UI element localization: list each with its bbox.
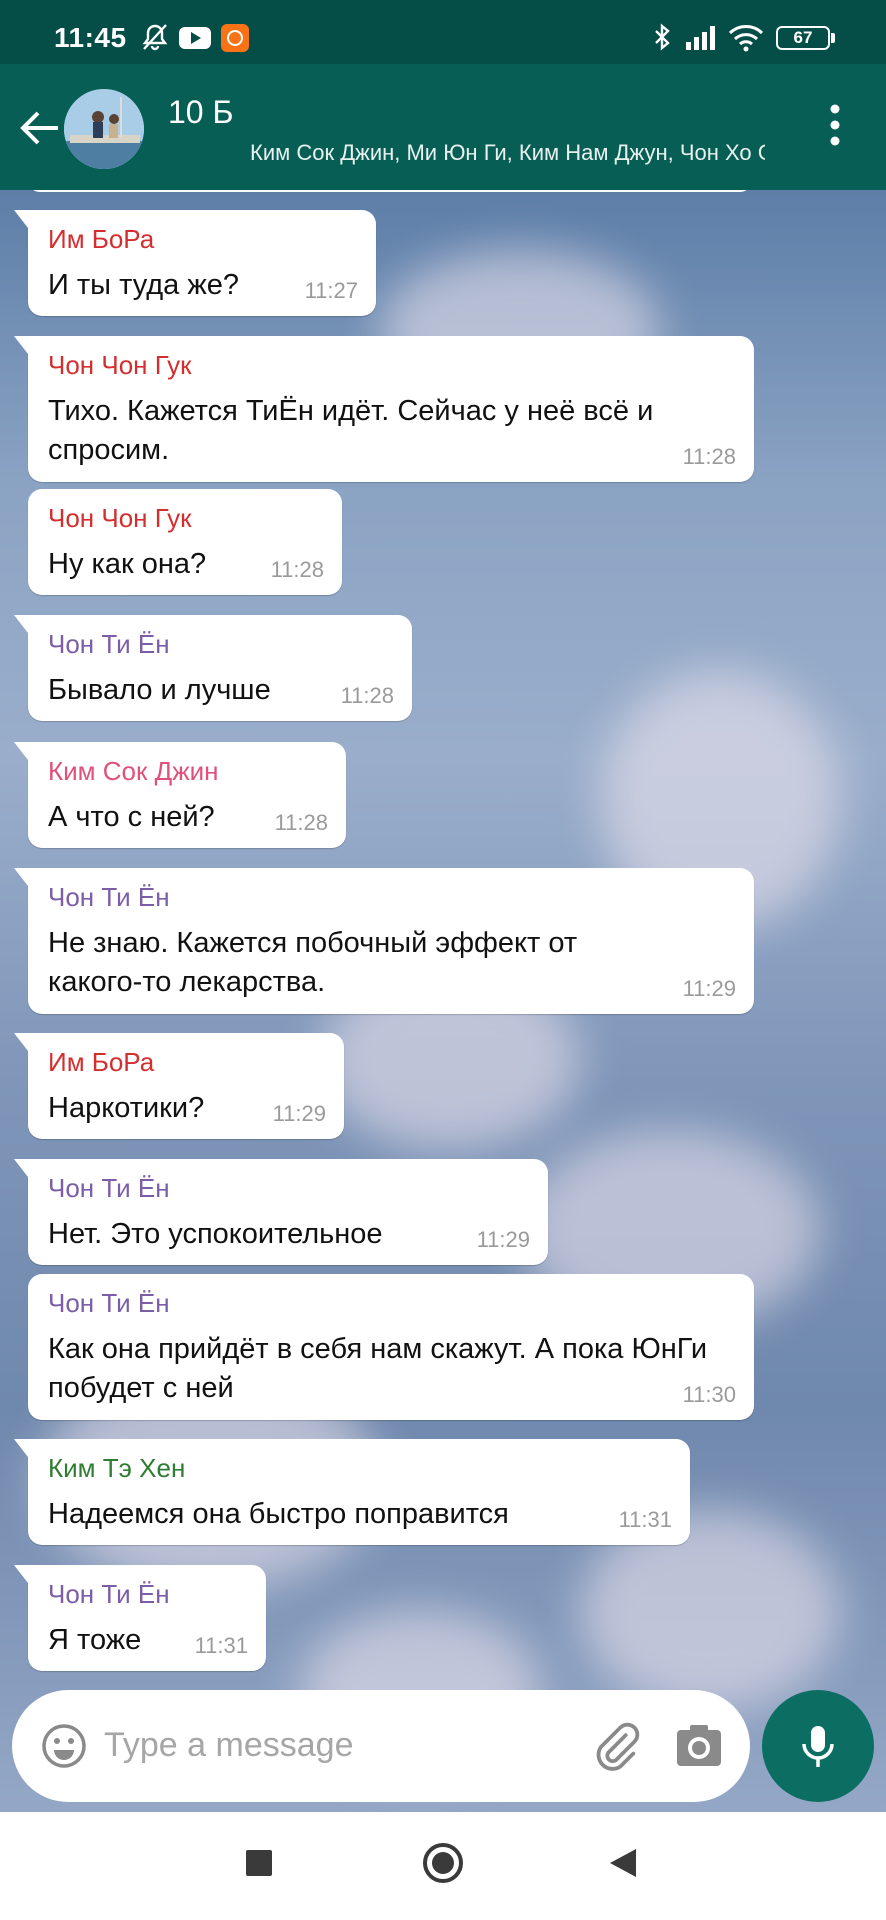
battery-icon: 67 <box>776 26 830 50</box>
message-bubble[interactable]: Ким Тэ Хен Надеемся она быстро поправитс… <box>14 1439 690 1545</box>
message-time: 11:29 <box>682 976 736 1001</box>
battery-tip <box>831 33 835 43</box>
message-text: Тихо. Кажется ТиЁн идёт. Сейчас у неё вс… <box>48 395 654 466</box>
message-bubble[interactable]: Чон Ти Ён Нет. Это успокоительное 11:29 <box>14 1159 548 1265</box>
message-text: Надеемся она быстро поправится <box>48 1498 509 1530</box>
attach-icon[interactable] <box>590 1720 642 1772</box>
message-sender: Чон Ти Ён <box>48 1579 170 1609</box>
signal-icon <box>686 26 715 50</box>
message-time: 11:28 <box>340 683 394 708</box>
group-avatar[interactable] <box>64 89 144 169</box>
mi-app-icon <box>221 24 249 52</box>
message-bubble[interactable]: Чон Ти Ён Не знаю. Кажется побочный эффе… <box>14 868 754 1014</box>
chat-messages-area[interactable]: Им БоРа И ты туда же? 11:27 Чон Чон Гук … <box>0 190 886 1812</box>
message-sender: Чон Ти Ён <box>48 629 170 659</box>
status-bar: 11:45 67 <box>0 0 886 64</box>
message-sender: Им БоРа <box>48 1047 155 1077</box>
message-text: Нет. Это успокоительное <box>48 1218 383 1250</box>
back-arrow-icon[interactable] <box>18 106 62 150</box>
message-bubble[interactable]: Им БоРа Наркотики? 11:29 <box>14 1033 344 1139</box>
message-bubble[interactable]: Ким Сок Джин А что с ней? 11:28 <box>14 742 346 848</box>
message-time: 11:30 <box>682 1382 736 1407</box>
message-time: 11:29 <box>272 1101 326 1126</box>
message-time: 11:27 <box>304 278 358 303</box>
message-bubble[interactable]: Чон Ти Ён Я тоже 11:31 <box>14 1565 266 1671</box>
message-time: 11:28 <box>270 557 324 582</box>
nav-square-icon[interactable] <box>244 1848 274 1878</box>
nav-home-icon[interactable] <box>421 1841 465 1885</box>
chat-title[interactable]: 10 Б <box>168 94 233 131</box>
message-sender: Ким Тэ Хен <box>48 1453 186 1483</box>
message-time: 11:28 <box>682 444 736 469</box>
message-input[interactable]: Type a message <box>104 1726 353 1765</box>
message-time: 11:28 <box>274 810 328 835</box>
mic-icon <box>802 1726 834 1767</box>
message-bubble[interactable]: Чон Ти Ён Бывало и лучше 11:28 <box>14 615 412 721</box>
message-sender: Чон Ти Ён <box>48 1173 170 1203</box>
system-nav-bar <box>0 1812 886 1920</box>
message-sender: Чон Чон Гук <box>48 350 192 380</box>
message-sender: Ким Сок Джин <box>48 756 219 786</box>
battery-level: 67 <box>793 28 813 47</box>
emoji-icon[interactable] <box>40 1722 88 1770</box>
bluetooth-icon <box>655 23 670 51</box>
message-text: Не знаю. Кажется побочный эффект от како… <box>48 927 578 998</box>
chat-header: 10 Б Ким Сок Джин, Ми Юн Ги, Ким Нам Джу… <box>0 64 886 190</box>
message-sender: Им БоРа <box>48 224 155 254</box>
message-text: Как она прийдёт в себя нам скажут. А пок… <box>48 1333 708 1404</box>
message-time: 11:31 <box>618 1507 672 1532</box>
youtube-icon <box>179 27 211 49</box>
message-time: 11:29 <box>476 1227 530 1252</box>
message-time: 11:31 <box>194 1633 248 1658</box>
bell-off-icon <box>142 24 168 51</box>
message-sender: Чон Чон Гук <box>48 503 192 533</box>
camera-icon[interactable] <box>674 1722 724 1770</box>
message-bubble[interactable]: Чон Чон Гук Ну как она? 11:28 <box>28 489 342 595</box>
message-bubble[interactable]: Чон Чон Гук Тихо. Кажется ТиЁн идёт. Сей… <box>14 336 754 482</box>
message-sender: Чон Ти Ён <box>48 882 170 912</box>
wifi-icon <box>728 25 764 52</box>
previous-message-edge <box>28 190 752 192</box>
status-time: 11:45 <box>54 22 127 53</box>
message-sender: Чон Ти Ён <box>48 1288 170 1318</box>
message-bubble[interactable]: Чон Ти Ён Как она прийдёт в себя нам ска… <box>28 1274 754 1420</box>
mic-button[interactable] <box>762 1690 874 1802</box>
nav-back-icon[interactable] <box>608 1847 638 1879</box>
more-vert-icon[interactable] <box>822 102 848 148</box>
chat-members[interactable]: Ким Сок Джин, Ми Юн Ги, Ким Нам Джун, Чо… <box>250 140 765 166</box>
message-composer[interactable]: Type a message <box>12 1690 750 1802</box>
message-bubble[interactable]: Им БоРа И ты туда же? 11:27 <box>14 210 376 316</box>
